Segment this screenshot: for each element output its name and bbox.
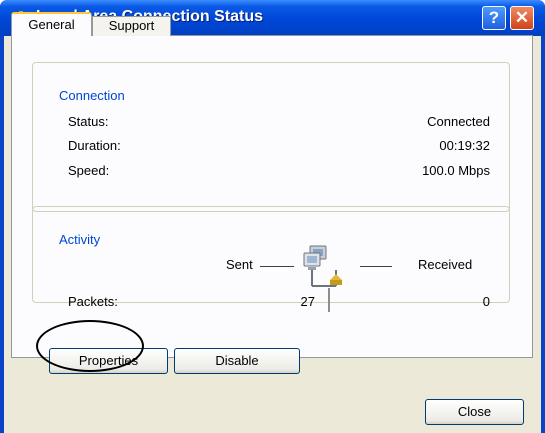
properties-button[interactable]: Properties: [49, 348, 168, 374]
connection-group: [32, 62, 510, 212]
help-button[interactable]: ?: [482, 6, 506, 30]
connection-legend: Connection: [57, 88, 127, 103]
status-label: Status:: [68, 114, 109, 129]
speed-label: Speed:: [68, 163, 110, 178]
disable-button-label: Disable: [215, 353, 259, 368]
activity-divider: [328, 288, 330, 312]
speed-value: 100.0 Mbps: [422, 163, 490, 178]
close-button[interactable]: Close: [425, 399, 524, 425]
activity-legend: Activity: [57, 232, 103, 247]
window-border-right: [541, 36, 545, 433]
duration-value: 00:19:32: [439, 138, 490, 153]
activity-group: [32, 206, 510, 303]
tab-support[interactable]: Support: [92, 16, 171, 36]
network-activity-icon: [303, 245, 342, 287]
duration-label: Duration:: [68, 138, 121, 153]
disable-button[interactable]: Disable: [174, 348, 300, 374]
packets-sent-value: 27: [300, 294, 315, 309]
received-label: Received: [418, 257, 473, 272]
packets-received-value: 0: [482, 294, 490, 309]
received-line: [360, 266, 392, 267]
tab-general[interactable]: General: [11, 12, 92, 36]
properties-button-label: Properties: [78, 353, 139, 368]
packets-label: Packets:: [68, 294, 118, 309]
sent-label: Sent: [226, 257, 253, 272]
sent-line: [260, 266, 294, 267]
close-button-label: Close: [457, 404, 492, 419]
close-window-button[interactable]: ✕: [510, 6, 534, 30]
tab-general-label: General: [28, 17, 75, 32]
tab-support-label: Support: [108, 18, 155, 33]
status-value: Connected: [427, 114, 490, 129]
